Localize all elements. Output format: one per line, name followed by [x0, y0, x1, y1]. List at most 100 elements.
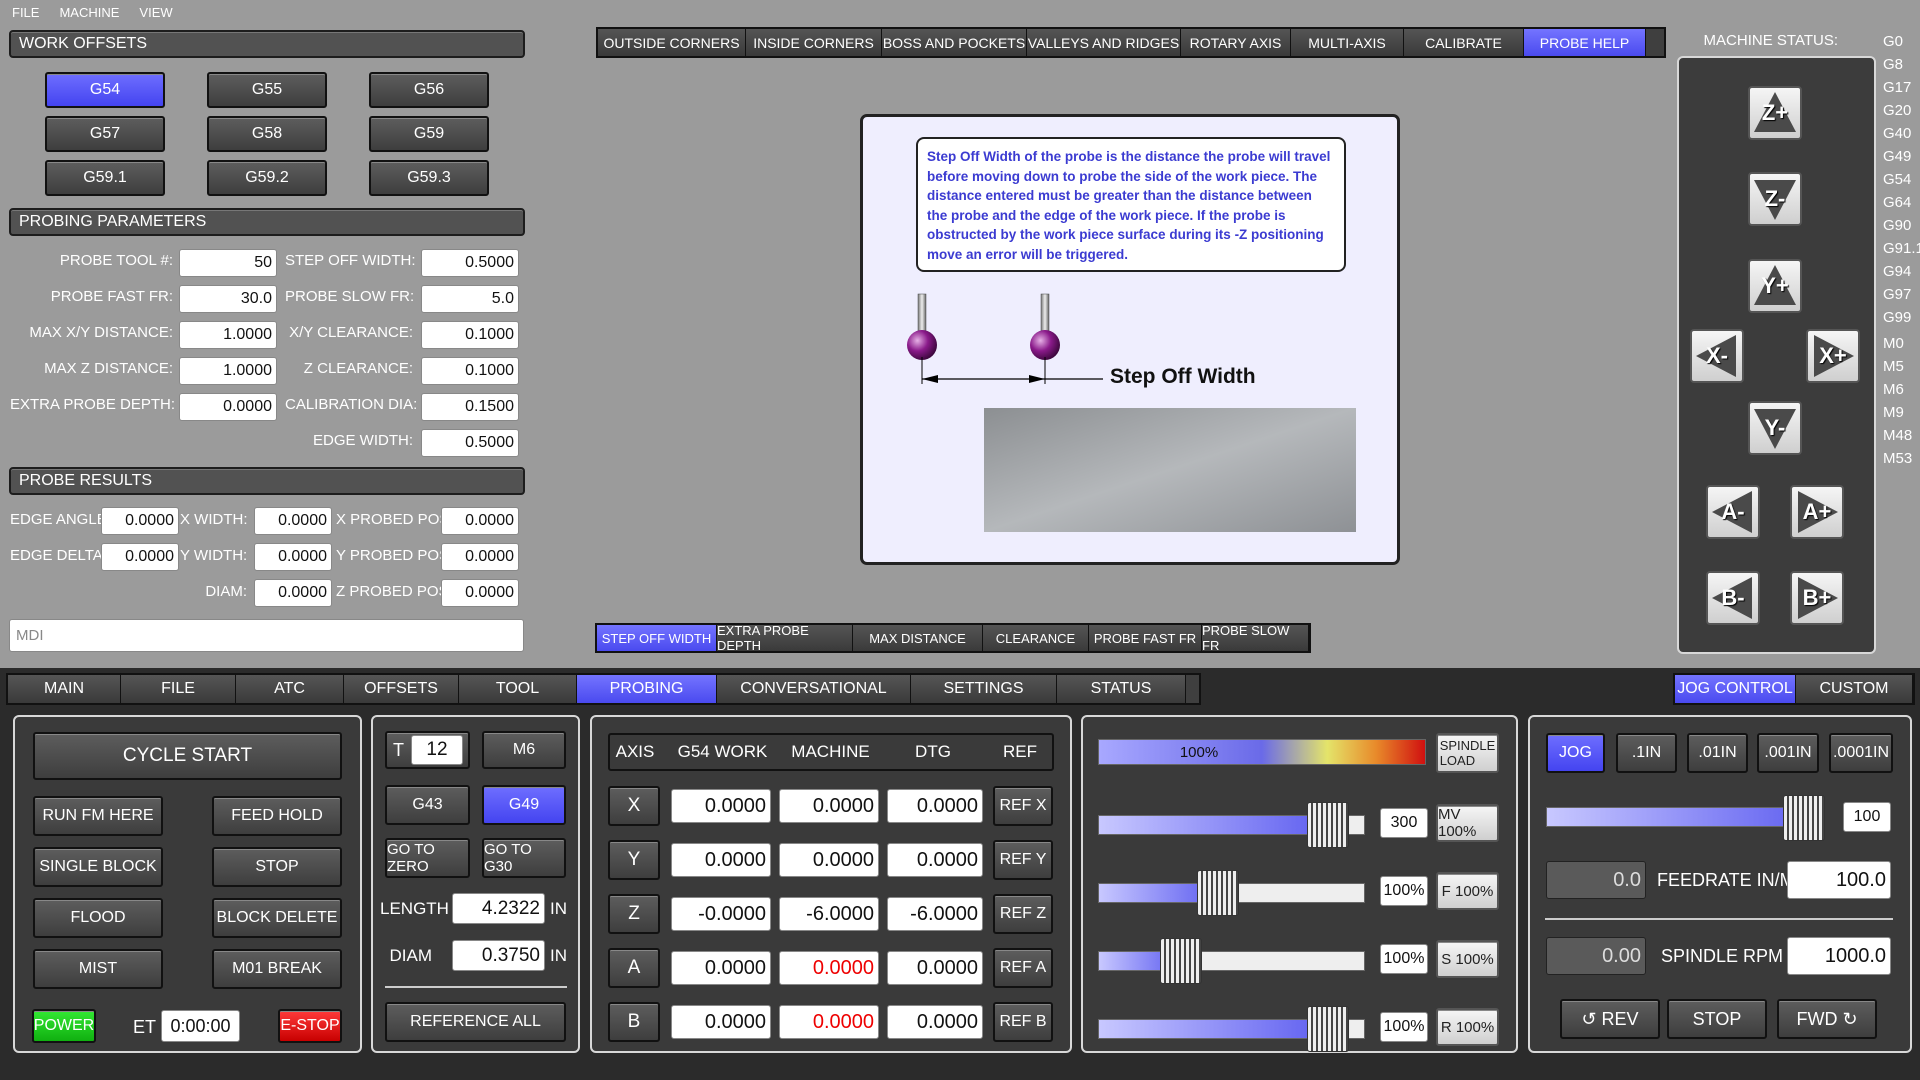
- param-field[interactable]: 0.1000: [421, 321, 519, 349]
- param-field[interactable]: 0.1000: [421, 357, 519, 385]
- feed-hold-button[interactable]: FEED HOLD: [212, 796, 342, 836]
- offset-g59-2-button[interactable]: G59.2: [207, 160, 327, 196]
- g49-button[interactable]: G49: [482, 785, 566, 825]
- jog-mode-jog-button[interactable]: JOG: [1546, 733, 1605, 773]
- menu-file[interactable]: FILE: [12, 5, 39, 20]
- power-button[interactable]: POWER: [32, 1009, 96, 1043]
- jog-mode-01in-button[interactable]: .01IN: [1687, 733, 1748, 773]
- jog-mode-0001in-button[interactable]: .0001IN: [1829, 733, 1893, 773]
- axis-y-label[interactable]: Y: [608, 840, 660, 880]
- axis-b-label[interactable]: B: [608, 1002, 660, 1042]
- main-tab-file[interactable]: FILE: [121, 675, 236, 703]
- offset-g59-button[interactable]: G59: [369, 116, 489, 152]
- param-field[interactable]: 0.1500: [421, 393, 519, 421]
- jog-yp-button[interactable]: Y+: [1748, 259, 1802, 313]
- help-tab-clearance[interactable]: CLEARANCE: [983, 625, 1089, 651]
- override-reset-button[interactable]: R 100%: [1436, 1008, 1499, 1046]
- mist-button[interactable]: MIST: [33, 949, 163, 989]
- main-tab-tool[interactable]: TOOL: [459, 675, 577, 703]
- param-field[interactable]: 0.5000: [421, 249, 519, 277]
- override-slider-knob[interactable]: [1306, 802, 1349, 848]
- help-tab-probe-slow-fr[interactable]: PROBE SLOW FR: [1202, 623, 1309, 653]
- override-reset-button[interactable]: F 100%: [1436, 872, 1499, 910]
- override-slider-knob[interactable]: [1160, 938, 1203, 984]
- main-tab-conversational[interactable]: CONVERSATIONAL: [717, 675, 911, 703]
- menu-machine[interactable]: MACHINE: [59, 5, 119, 20]
- jog-bm-button[interactable]: B-: [1706, 571, 1760, 625]
- result-field[interactable]: 0.0000: [254, 579, 332, 607]
- jog-slider-knob[interactable]: [1782, 795, 1825, 841]
- jog-zm-button[interactable]: Z-: [1748, 172, 1802, 226]
- main-tab-offsets[interactable]: OFFSETS: [344, 675, 459, 703]
- offset-g57-button[interactable]: G57: [45, 116, 165, 152]
- dro-work-field[interactable]: -0.0000: [671, 897, 771, 931]
- stop-button[interactable]: STOP: [212, 847, 342, 887]
- probe-tab-multi-axis[interactable]: MULTI-AXIS: [1291, 29, 1404, 56]
- dro-work-field[interactable]: 0.0000: [671, 789, 771, 823]
- offset-g59-3-button[interactable]: G59.3: [369, 160, 489, 196]
- main-tab-main[interactable]: MAIN: [8, 675, 121, 703]
- offset-g55-button[interactable]: G55: [207, 72, 327, 108]
- right-tab-jog-control[interactable]: JOG CONTROL: [1675, 675, 1796, 703]
- m6-button[interactable]: M6: [482, 731, 566, 769]
- probe-tab-probe-help[interactable]: PROBE HELP: [1524, 29, 1646, 56]
- help-tab-extra-probe-depth[interactable]: EXTRA PROBE DEPTH: [717, 623, 853, 653]
- ref-z-button[interactable]: REF Z: [993, 894, 1053, 934]
- offset-g56-button[interactable]: G56: [369, 72, 489, 108]
- override-slider-knob[interactable]: [1306, 1006, 1349, 1052]
- ref-a-button[interactable]: REF A: [993, 948, 1053, 988]
- probe-tab-inside-corners[interactable]: INSIDE CORNERS: [746, 29, 882, 56]
- param-field[interactable]: 5.0: [421, 285, 519, 313]
- offset-g59-1-button[interactable]: G59.1: [45, 160, 165, 196]
- jog-mode-001in-button[interactable]: .001IN: [1757, 733, 1819, 773]
- tool-number-field[interactable]: 12: [411, 735, 463, 765]
- override-reset-button[interactable]: S 100%: [1436, 940, 1499, 978]
- go-to-g30-button[interactable]: GO TO G30: [482, 838, 566, 878]
- probe-tab-outside-corners[interactable]: OUTSIDE CORNERS: [598, 29, 746, 56]
- jog-ym-button[interactable]: Y-: [1748, 401, 1802, 455]
- main-tab-status[interactable]: STATUS: [1057, 675, 1186, 703]
- result-field[interactable]: 0.0000: [441, 507, 519, 535]
- ref-y-button[interactable]: REF Y: [993, 840, 1053, 880]
- result-field[interactable]: 0.0000: [254, 507, 332, 535]
- ref-x-button[interactable]: REF X: [993, 786, 1053, 826]
- main-tab-probing[interactable]: PROBING: [577, 675, 717, 703]
- jog-xp-button[interactable]: X+: [1806, 329, 1860, 383]
- jog-am-button[interactable]: A-: [1706, 485, 1760, 539]
- param-field[interactable]: 0.0000: [179, 393, 277, 421]
- block-delete-button[interactable]: BLOCK DELETE: [212, 898, 342, 938]
- axis-x-label[interactable]: X: [608, 786, 660, 826]
- probe-tab-calibrate[interactable]: CALIBRATE: [1404, 29, 1524, 56]
- probe-tab-boss-and-pockets[interactable]: BOSS AND POCKETS: [882, 29, 1027, 56]
- result-field[interactable]: 0.0000: [441, 543, 519, 571]
- dro-work-field[interactable]: 0.0000: [671, 951, 771, 985]
- result-field[interactable]: 0.0000: [441, 579, 519, 607]
- right-tab-custom[interactable]: CUSTOM: [1795, 675, 1913, 703]
- override-reset-button[interactable]: MV 100%: [1436, 804, 1499, 842]
- param-field[interactable]: 30.0: [179, 285, 277, 313]
- main-tab-atc[interactable]: ATC: [236, 675, 344, 703]
- jog-bp-button[interactable]: B+: [1790, 571, 1844, 625]
- help-tab-probe-fast-fr[interactable]: PROBE FAST FR: [1089, 625, 1202, 651]
- m01-break-button[interactable]: M01 BREAK: [212, 949, 342, 989]
- help-tab-max-distance[interactable]: MAX DISTANCE: [853, 625, 983, 651]
- result-field[interactable]: 0.0000: [254, 543, 332, 571]
- go-to-zero-button[interactable]: GO TO ZERO: [385, 838, 470, 878]
- override-slider-knob[interactable]: [1197, 870, 1240, 916]
- menu-view[interactable]: VIEW: [139, 5, 172, 20]
- estop-button[interactable]: E-STOP: [278, 1009, 342, 1043]
- param-field[interactable]: 0.5000: [421, 429, 519, 457]
- result-field[interactable]: 0.0000: [101, 543, 179, 571]
- feedrate-field[interactable]: 100.0: [1787, 861, 1891, 899]
- single-block-button[interactable]: SINGLE BLOCK: [33, 847, 163, 887]
- run-fm-here-button[interactable]: RUN FM HERE: [33, 796, 163, 836]
- flood-button[interactable]: FLOOD: [33, 898, 163, 938]
- offset-g58-button[interactable]: G58: [207, 116, 327, 152]
- offset-g54-button[interactable]: G54: [45, 72, 165, 108]
- mdi-input[interactable]: MDI: [9, 619, 524, 652]
- help-tab-step-off-width[interactable]: STEP OFF WIDTH: [597, 625, 717, 651]
- spindle-stop-button[interactable]: STOP: [1667, 999, 1767, 1039]
- probe-tab-valleys-and-ridges[interactable]: VALLEYS AND RIDGES: [1027, 29, 1181, 56]
- spindle-rev-button[interactable]: ↺ REV: [1560, 999, 1660, 1039]
- param-field[interactable]: 50: [179, 249, 277, 277]
